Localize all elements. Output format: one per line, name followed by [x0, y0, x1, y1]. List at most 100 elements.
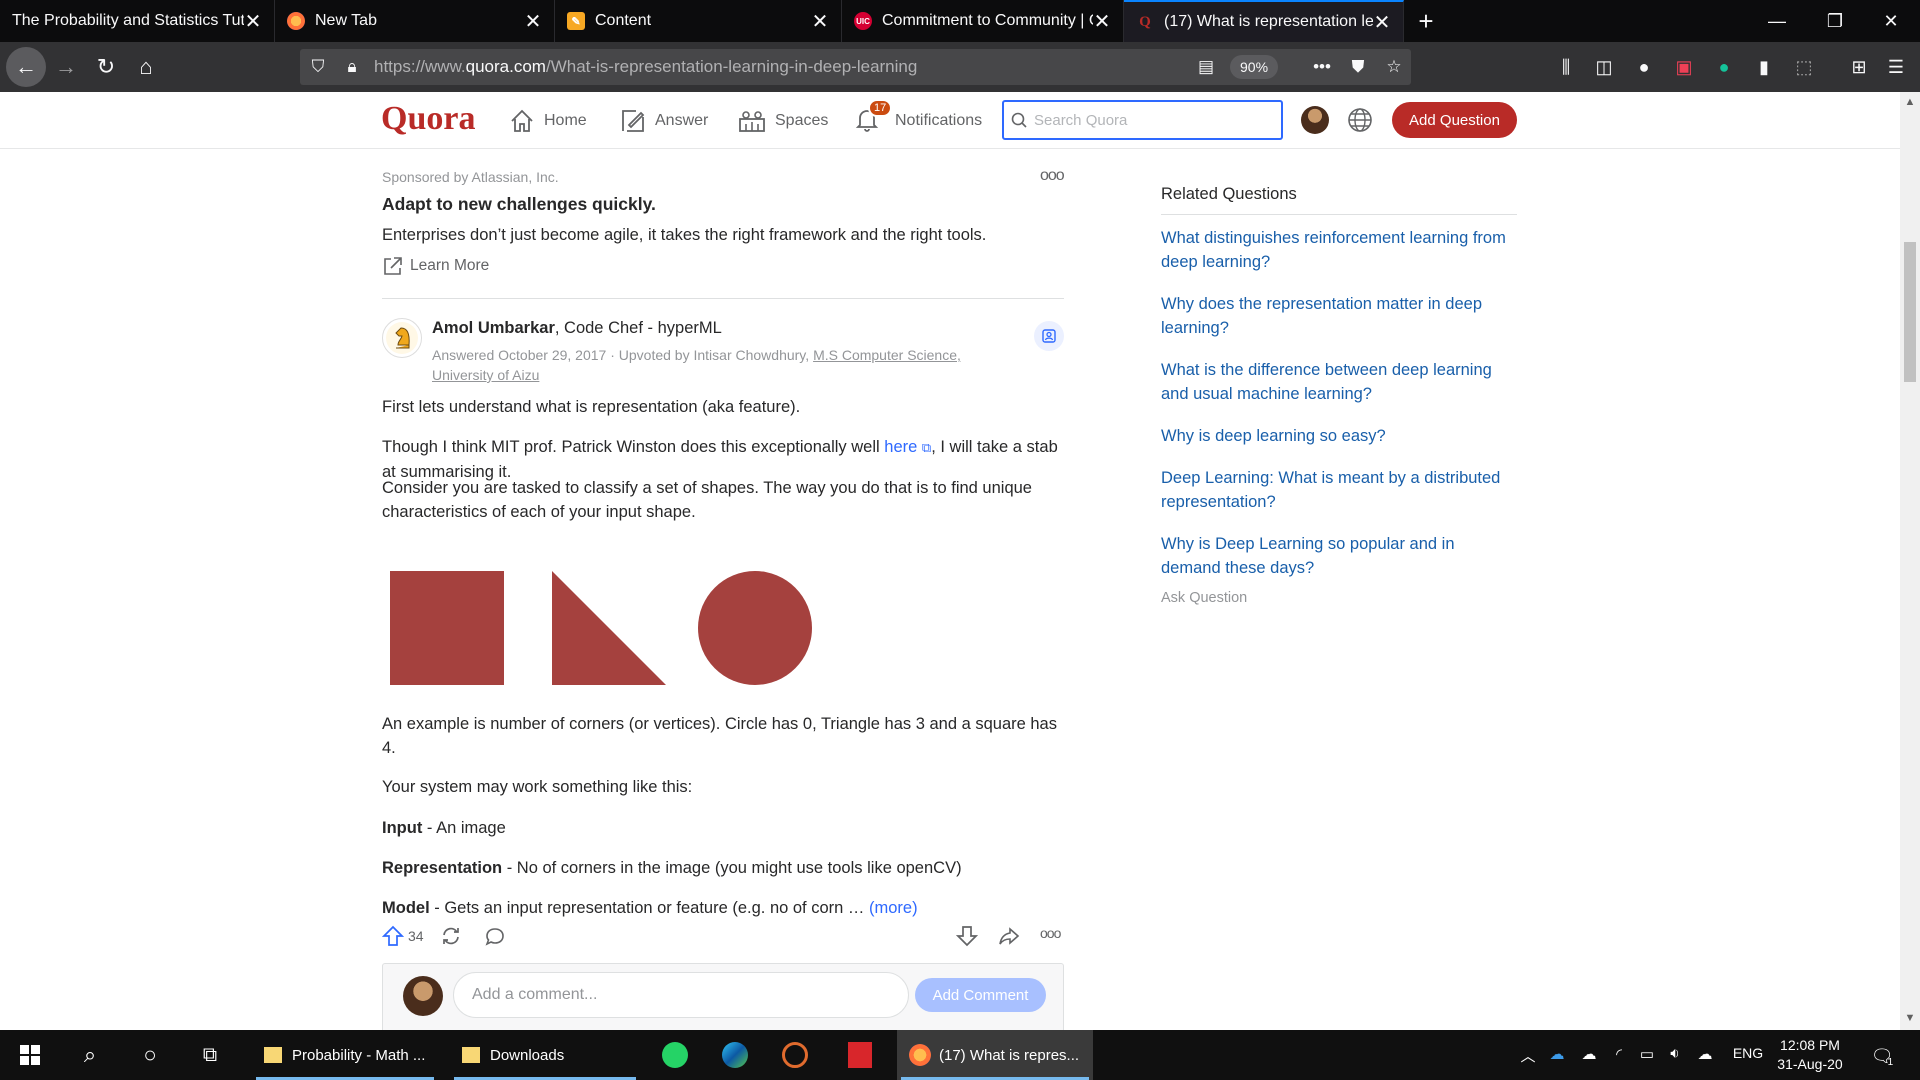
more-actions-icon[interactable]: •••: [1310, 55, 1334, 79]
whatsapp-icon[interactable]: [650, 1030, 700, 1080]
ask-question-link[interactable]: Ask Question: [1161, 590, 1247, 606]
pocket-extension-icon[interactable]: ▣: [1670, 53, 1698, 81]
related-question-link[interactable]: Why is Deep Learning so popular and in d…: [1161, 532, 1517, 580]
scroll-up-icon[interactable]: ▲: [1904, 96, 1916, 108]
extensions-icon[interactable]: ⊞: [1845, 53, 1873, 81]
show-hidden-icons-icon[interactable]: ︿: [1518, 1045, 1538, 1066]
library-icon[interactable]: ⫼: [1552, 53, 1580, 81]
related-question-link[interactable]: What distinguishes reinforcement learnin…: [1161, 226, 1517, 274]
language-indicator[interactable]: ENG: [1728, 1045, 1768, 1061]
quora-header: Quora Home Answer Spaces 17 Notification…: [0, 92, 1900, 149]
cortana-icon[interactable]: ○: [120, 1030, 180, 1080]
close-tab-icon[interactable]: ✕: [1093, 9, 1111, 34]
new-tab-button[interactable]: +: [1404, 0, 1448, 42]
taskbar-app-downloads[interactable]: Downloads: [450, 1030, 640, 1080]
edge-icon[interactable]: [710, 1030, 760, 1080]
more-link[interactable]: (more): [869, 899, 918, 917]
ad-title[interactable]: Adapt to new challenges quickly.: [382, 194, 656, 215]
back-arrow-icon[interactable]: ←: [6, 47, 46, 87]
windows-start-icon[interactable]: [0, 1030, 60, 1080]
taskbar-app-firefox[interactable]: (17) What is repres...: [897, 1030, 1093, 1080]
minimize-icon[interactable]: —: [1748, 0, 1806, 42]
nav-spaces[interactable]: Spaces: [737, 104, 828, 138]
pocket-icon[interactable]: ⛊: [1346, 55, 1370, 79]
comment-box: Add a comment... Add Comment: [382, 963, 1064, 1033]
account-icon[interactable]: ●: [1630, 53, 1658, 81]
media-player-icon[interactable]: [770, 1030, 820, 1080]
avatar[interactable]: [1301, 106, 1329, 134]
zoom-level[interactable]: 90%: [1230, 55, 1279, 79]
nav-answer[interactable]: Answer: [619, 104, 708, 138]
lock-icon[interactable]: 🔒︎: [340, 55, 364, 79]
tab-new-tab[interactable]: New Tab ✕: [275, 0, 555, 42]
comment-input[interactable]: Add a comment...: [453, 972, 909, 1018]
share-reshare-icon[interactable]: [440, 925, 462, 947]
cloud-icon[interactable]: ☁: [1577, 1045, 1601, 1063]
tab-probability-tutor[interactable]: The Probability and Statistics Tutor ✕: [0, 0, 275, 42]
share-icon[interactable]: [998, 925, 1020, 947]
extension-icon[interactable]: ▮: [1750, 53, 1778, 81]
taskbar-app-probability[interactable]: Probability - Math ...: [252, 1030, 438, 1080]
related-question-link[interactable]: What is the difference between deep lear…: [1161, 358, 1517, 406]
onedrive-icon[interactable]: ☁: [1545, 1045, 1569, 1063]
more-options-icon[interactable]: ooo: [1040, 167, 1065, 185]
avatar[interactable]: [403, 976, 443, 1016]
restore-icon[interactable]: ❐: [1806, 0, 1864, 42]
bookmark-star-icon[interactable]: ☆: [1382, 55, 1406, 79]
globe-icon[interactable]: [1346, 106, 1374, 134]
action-center-icon[interactable]: 🗨︎ 1: [1868, 1045, 1896, 1068]
search-input[interactable]: [1034, 111, 1264, 129]
add-question-button[interactable]: Add Question: [1392, 102, 1517, 138]
related-question-link[interactable]: Why is deep learning so easy?: [1161, 424, 1517, 448]
reload-icon[interactable]: ↻: [86, 47, 126, 87]
author-avatar[interactable]: [382, 318, 422, 358]
url-bar[interactable]: ⛉ 🔒︎ https://www.quora.com/What-is-repre…: [300, 49, 1411, 85]
follow-author-icon[interactable]: [1034, 321, 1064, 351]
menu-hamburger-icon[interactable]: ☰: [1882, 53, 1910, 81]
puzzle-extension-icon[interactable]: ⬚: [1790, 53, 1818, 81]
nav-notifications[interactable]: 17 Notifications: [853, 98, 982, 138]
scrollbar-thumb[interactable]: [1904, 242, 1916, 382]
acrobat-icon[interactable]: [835, 1030, 885, 1080]
upvote-button[interactable]: 34: [382, 925, 424, 947]
close-tab-icon[interactable]: ✕: [1373, 10, 1391, 35]
volume-icon[interactable]: 🔉︎: [1663, 1045, 1687, 1062]
upload-cloud-icon[interactable]: ☁: [1693, 1045, 1717, 1063]
nav-home[interactable]: Home: [508, 104, 587, 138]
system-clock[interactable]: 12:08 PM 31-Aug-20: [1765, 1036, 1855, 1074]
quora-logo[interactable]: Quora: [381, 100, 475, 138]
page-scrollbar[interactable]: ▲ ▼: [1900, 92, 1920, 1030]
learn-more-link[interactable]: Learn More: [382, 255, 489, 277]
firefox-icon: [909, 1044, 931, 1066]
home-icon[interactable]: ⌂: [126, 47, 166, 87]
sidebar-icon[interactable]: ◫: [1590, 53, 1618, 81]
add-comment-button[interactable]: Add Comment: [915, 978, 1046, 1012]
close-tab-icon[interactable]: ✕: [811, 9, 829, 34]
downvote-icon[interactable]: [956, 925, 978, 947]
comment-icon[interactable]: [484, 925, 506, 947]
task-view-icon[interactable]: ⧉: [180, 1030, 240, 1080]
sponsor-label: Sponsored by Atlassian, Inc.: [382, 169, 559, 185]
search-box[interactable]: [1002, 100, 1283, 140]
scroll-down-icon[interactable]: ▼: [1904, 1012, 1916, 1024]
close-window-icon[interactable]: ✕: [1862, 0, 1920, 42]
tab-quora-active[interactable]: Q (17) What is representation lea ✕: [1124, 0, 1404, 42]
wifi-icon[interactable]: ◜: [1607, 1045, 1631, 1063]
shield-icon[interactable]: ⛉: [306, 55, 330, 79]
here-link[interactable]: here ⧉: [884, 438, 931, 456]
related-question-link[interactable]: Why does the representation matter in de…: [1161, 292, 1517, 340]
speech-bubble-icon: [485, 928, 504, 946]
more-options-icon[interactable]: ooo: [1040, 925, 1061, 941]
reader-view-icon[interactable]: ▤: [1194, 55, 1218, 79]
battery-icon[interactable]: ▭: [1635, 1045, 1659, 1063]
close-tab-icon[interactable]: ✕: [244, 9, 262, 34]
forward-arrow-icon[interactable]: →: [46, 47, 86, 87]
grammarly-icon[interactable]: ●: [1710, 53, 1738, 81]
author-name[interactable]: Amol Umbarkar: [432, 319, 555, 337]
search-icon[interactable]: ⌕: [60, 1030, 120, 1080]
share-arrow-icon: [999, 927, 1020, 945]
close-tab-icon[interactable]: ✕: [524, 9, 542, 34]
tab-content[interactable]: ✎ Content ✕: [555, 0, 842, 42]
tab-commitment-community[interactable]: UIC Commitment to Community | C ✕: [842, 0, 1124, 42]
related-question-link[interactable]: Deep Learning: What is meant by a distri…: [1161, 466, 1517, 514]
